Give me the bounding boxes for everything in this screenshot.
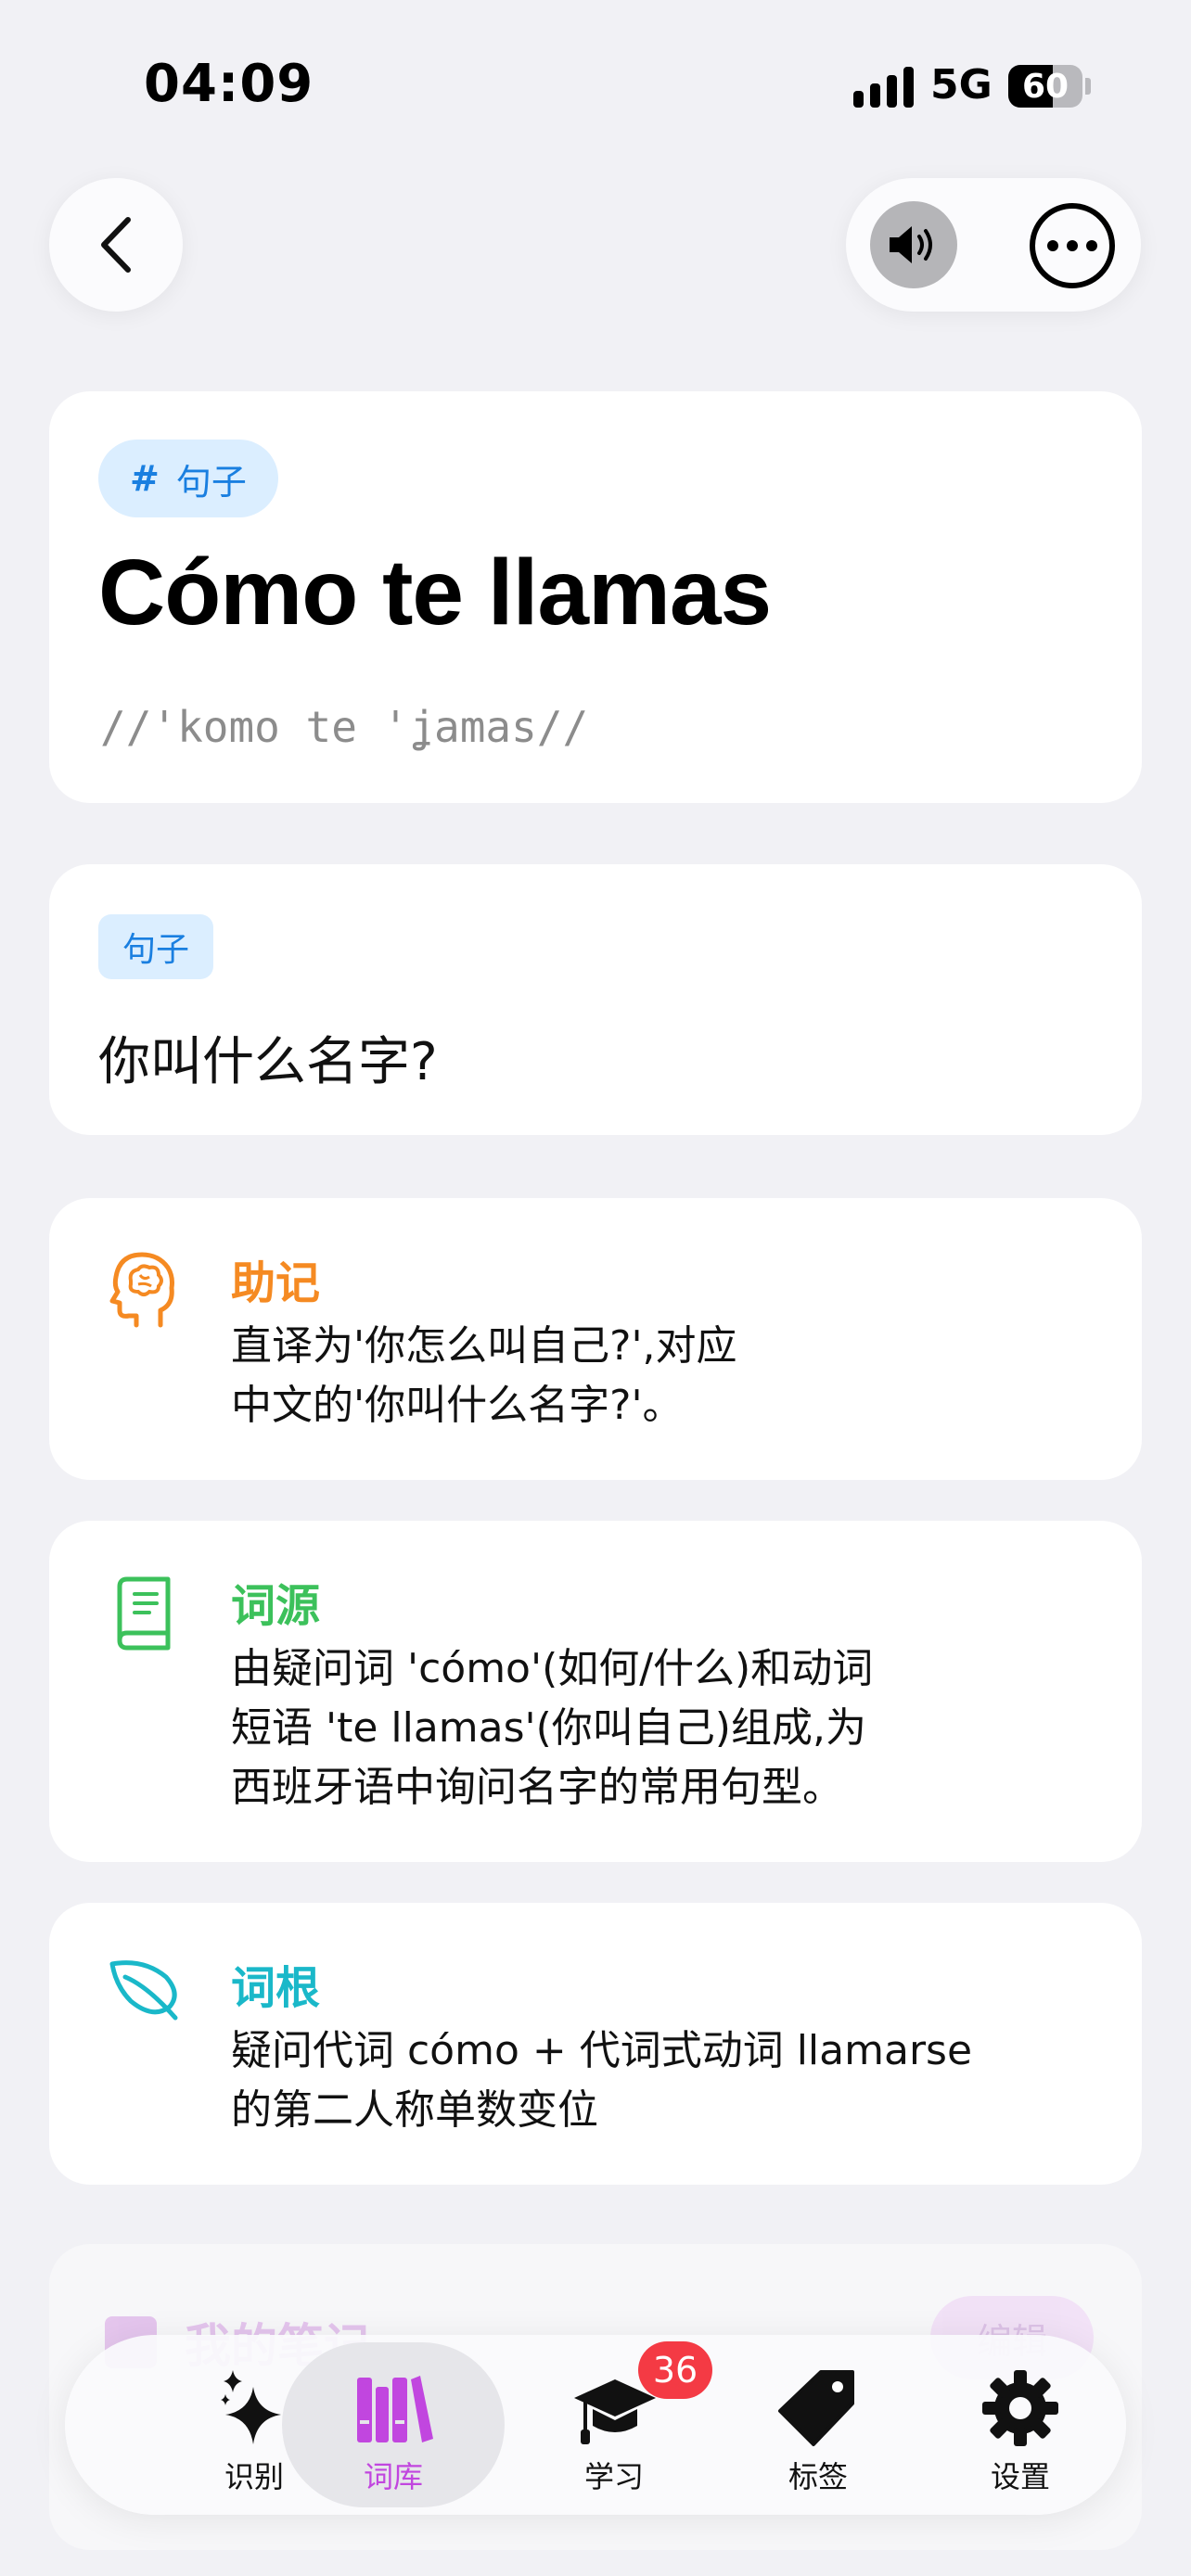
etymology-card: 词源 由疑问词 'cómo'(如何/什么)和动词 短语 'te llamas'(… (49, 1521, 1142, 1862)
tab-label: 设置 (990, 2459, 1050, 2494)
meaning-text: 你叫什么名字? (98, 1032, 438, 1092)
battery-tip (1085, 78, 1091, 95)
hash-icon: # (130, 458, 160, 499)
etymology-title: 词源 (231, 1580, 321, 1632)
speaker-button[interactable] (870, 201, 957, 288)
battery-level: 60 (1021, 68, 1069, 106)
signal-icon (853, 67, 915, 108)
mnemonic-line: 直译为'你怎么叫自己?',对应 (231, 1322, 737, 1370)
word-card: # 句子 Cómo te llamas //'komo te 'ʝamas// (49, 391, 1142, 803)
mnemonic-title: 助记 (231, 1257, 321, 1309)
category-tag[interactable]: # 句子 (98, 440, 278, 517)
root-body: 疑问代词 cómo + 代词式动词 llamarse 的第二人称单数变位 (231, 2021, 1066, 2140)
word-title: Cómo te llamas (98, 541, 772, 644)
status-bar: 04:09 5G 60 (0, 0, 1191, 176)
tab-library[interactable]: 词库 (282, 2342, 505, 2507)
root-line: 疑问代词 cómo + 代词式动词 llamarse (231, 2027, 973, 2074)
leaf-icon (109, 1960, 178, 2021)
more-dot (1067, 240, 1078, 251)
mnemonic-body: 直译为'你怎么叫自己?',对应 中文的'你叫什么名字?'。 (231, 1317, 1066, 1435)
phonetic: //'komo te 'ʝamas// (100, 702, 589, 752)
root-line: 的第二人称单数变位 (231, 2086, 598, 2134)
status-time: 04:09 (144, 54, 314, 114)
battery-icon: 60 (1008, 65, 1082, 108)
tab-settings[interactable]: 设置 (918, 2335, 1122, 2515)
etymology-line: 由疑问词 'cómo'(如何/什么)和动词 (231, 1645, 874, 1692)
more-dot (1047, 240, 1058, 251)
etymology-line: 短语 'te llamas'(你叫自己)组成,为 (231, 1704, 866, 1752)
speaker-icon (890, 226, 932, 263)
gear-icon (982, 2370, 1058, 2446)
mnemonic-card: 助记 直译为'你怎么叫自己?',对应 中文的'你叫什么名字?'。 (49, 1198, 1142, 1480)
chevron-left-icon (101, 217, 131, 273)
book-icon (117, 1576, 171, 1651)
tab-tags[interactable]: 标签 (716, 2335, 920, 2515)
tab-label: 标签 (788, 2459, 848, 2494)
tag-icon (778, 2370, 854, 2446)
tab-label: 词库 (363, 2459, 423, 2494)
study-badge: 36 (638, 2341, 712, 2399)
library-icon (357, 2376, 433, 2442)
mnemonic-line: 中文的'你叫什么名字?'。 (231, 1382, 684, 1429)
tab-bar: 识别 词库 学习 标签 设置 (65, 2335, 1126, 2515)
etymology-body: 由疑问词 'cómo'(如何/什么)和动词 短语 'te llamas'(你叫自… (231, 1639, 1066, 1817)
more-dot (1086, 240, 1097, 251)
nav-actions (846, 178, 1141, 312)
root-card: 词根 疑问代词 cómo + 代词式动词 llamarse 的第二人称单数变位 (49, 1903, 1142, 2185)
back-button[interactable] (49, 178, 183, 312)
more-button[interactable] (1030, 203, 1115, 288)
tab-label: 学习 (583, 2459, 644, 2494)
part-of-speech-tag: 句子 (98, 914, 214, 979)
network-label: 5G (930, 61, 992, 108)
meaning-card: 句子 你叫什么名字? (49, 864, 1142, 1135)
root-title: 词根 (231, 1962, 321, 2014)
brain-head-icon (109, 1252, 174, 1328)
etymology-line: 西班牙语中询问名字的常用句型。 (231, 1764, 843, 1811)
category-tag-label: 句子 (175, 461, 247, 503)
